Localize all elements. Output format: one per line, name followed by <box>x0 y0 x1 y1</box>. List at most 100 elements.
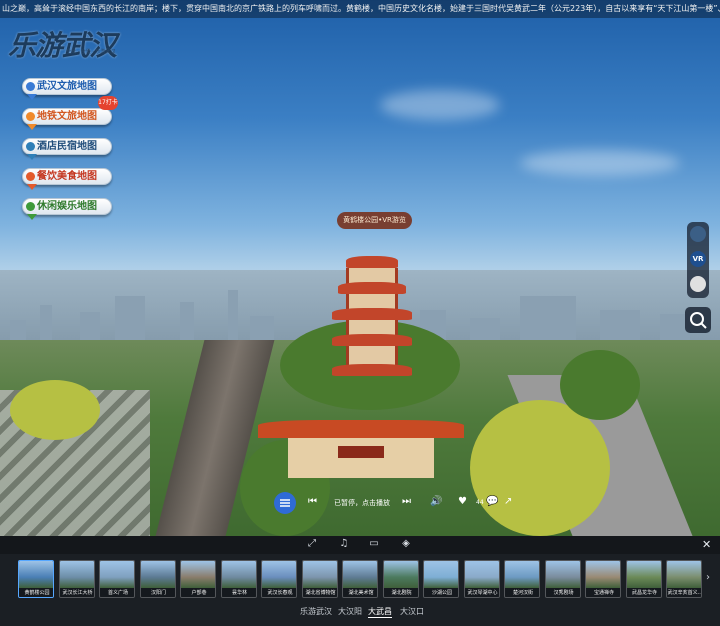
menu-wuhan-tourism-map[interactable]: 武汉文旅地图 <box>22 78 112 100</box>
thumbnail-label: 汉秀剧场 <box>545 588 580 597</box>
thumbnail-label: 湖北省博物馆 <box>302 588 337 597</box>
scene-thumbnail[interactable]: 宝通禅寺 <box>585 560 621 598</box>
thumbnail-label: 沙湖公园 <box>424 588 458 597</box>
like-icon[interactable]: ♥ <box>458 496 467 507</box>
app-logo[interactable]: 乐游武汉 全景 · 全景 · 乐游武汉 <box>8 24 117 68</box>
hotel-icon <box>26 142 35 151</box>
thumbnail-label: 黄鹤楼公园 <box>19 588 53 597</box>
cloud <box>520 150 680 176</box>
scene-thumbnail[interactable]: 汉秀剧场 <box>544 560 581 598</box>
thumbnail-label: 昙华林 <box>221 588 256 597</box>
scene-thumbnail[interactable]: 楚河汉街 <box>504 560 540 598</box>
thumbnail-label: 宝通禅寺 <box>586 588 620 597</box>
scene-thumbnail[interactable]: 湖北美术馆 <box>342 560 378 598</box>
thumbnail-image <box>19 561 53 588</box>
menu-label: 地铁文旅地图 <box>37 111 97 122</box>
logo-subtitle: 全景 · 全景 · 乐游武汉 <box>66 49 116 55</box>
thumbnail-image <box>464 561 499 588</box>
thumbnail-label: 户部巷 <box>181 588 215 597</box>
scene-thumbnail[interactable]: 武汉长春观 <box>261 560 297 598</box>
thumbnail-image <box>140 561 175 588</box>
scene-thumbnail[interactable]: 湖北剧院 <box>382 560 419 598</box>
menu-label: 休闲娱乐地图 <box>37 201 97 212</box>
tree <box>10 380 100 440</box>
track-status: 已暂停，点击播放 <box>334 499 390 507</box>
leisure-icon <box>26 202 35 211</box>
menu-lines-icon <box>280 499 290 507</box>
scene-thumbnail[interactable]: 武汉长江大桥 <box>58 560 95 598</box>
expand-icon[interactable]: ⤢ <box>306 538 318 550</box>
gyro-icon[interactable]: ◈ <box>400 538 412 550</box>
tab-hankou[interactable]: 大汉口 <box>400 606 424 617</box>
thumbnail-image <box>586 561 620 588</box>
scene-thumbnail[interactable]: 首义广场 <box>99 560 135 598</box>
scene-thumbnail[interactable]: 黄鹤楼公园 <box>18 560 54 598</box>
scene-thumbnail[interactable]: 户部巷 <box>180 560 216 598</box>
scene-thumbnails: 黄鹤楼公园 武汉长江大桥 首义广场 汉阳门 户部巷 昙华林 武汉长春观 湖北省博物馆 湖北美术馆… <box>18 560 704 608</box>
volume-icon[interactable]: 🔊 <box>430 496 442 507</box>
yellow-crane-tower <box>332 246 412 396</box>
metro-icon <box>26 112 35 121</box>
tree <box>560 350 640 420</box>
menu-metro-tourism-map[interactable]: 地铁文旅地图 <box>22 108 112 130</box>
avatar-icon[interactable] <box>690 226 706 242</box>
chevron-right-icon[interactable]: › <box>706 572 710 583</box>
next-track-icon[interactable]: ⏭ <box>402 496 411 507</box>
tab-hanyang[interactable]: 大汉阳 <box>338 606 362 617</box>
scene-title-pill[interactable]: 黄鹤楼公园•VR游览 <box>337 212 412 229</box>
menu-food-map[interactable]: 餐饮美食地图 <box>22 168 112 190</box>
globe-icon <box>26 82 35 91</box>
thumbnail-image <box>181 561 215 588</box>
author-avatar[interactable] <box>690 276 706 292</box>
scene-thumbnail[interactable]: 武汉琴湖中心 <box>463 560 500 598</box>
scene-thumbnail[interactable]: 湖北省博物馆 <box>301 560 338 598</box>
thumbnail-image <box>262 561 296 588</box>
thumbnail-label: 湖北剧院 <box>383 588 418 597</box>
right-toolbar: VR <box>687 222 709 298</box>
scene-thumbnail[interactable]: 昙华林 <box>220 560 257 598</box>
thumbnail-image <box>424 561 458 588</box>
like-count: 44 <box>476 499 484 506</box>
comment-icon[interactable]: 💬 <box>486 496 498 507</box>
tab-leyou-wuhan[interactable]: 乐游武汉 <box>300 606 332 617</box>
tab-wuchang[interactable]: 大武昌 <box>368 606 392 618</box>
thumbnail-image <box>343 561 377 588</box>
thumbnail-image <box>626 561 661 588</box>
share-icon[interactable]: ↗ <box>504 496 512 507</box>
menu-leisure-map[interactable]: 休闲娱乐地图 <box>22 198 112 220</box>
thumbnail-image <box>221 561 256 588</box>
thumbnail-image <box>667 561 701 588</box>
thumbnail-image <box>302 561 337 588</box>
thumbnail-label: 武汉长江大桥 <box>59 588 94 597</box>
vr-glasses-icon[interactable]: ▭ <box>368 538 380 550</box>
scene-thumbnail[interactable]: 武昌龙华寺 <box>625 560 662 598</box>
prev-track-icon[interactable]: ⏮ <box>308 496 317 507</box>
vr-mode-button[interactable]: VR <box>690 251 706 267</box>
category-tabs: 乐游武汉 大汉阳 大武昌 大汉口 <box>300 606 480 620</box>
search-button[interactable] <box>685 307 711 333</box>
scene-thumbnail[interactable]: 沙湖公园 <box>423 560 459 598</box>
thumbnail-image <box>505 561 539 588</box>
menu-label: 武汉文旅地图 <box>37 81 97 92</box>
player-logo[interactable] <box>274 492 296 514</box>
thumbnail-label: 湖北美术馆 <box>343 588 377 597</box>
menu-hotel-map[interactable]: 酒店民宿地图 <box>22 138 112 160</box>
cloud <box>380 90 500 120</box>
thumbnail-label: 武汉长春观 <box>262 588 296 597</box>
thumbnail-label: 武汉辛亥首义... <box>667 588 701 597</box>
menu-label: 餐饮美食地图 <box>37 171 97 182</box>
logo-title: 乐游武汉 <box>8 29 117 62</box>
checkin-badge[interactable]: 17打卡 <box>98 96 118 110</box>
menu-label: 酒店民宿地图 <box>37 141 97 152</box>
intro-marquee: 山之巅，高耸于滚经中国东西的长江的南岸；楼下，贯穿中国南北的京广铁路上的列车呼啸… <box>0 0 720 18</box>
food-icon <box>26 172 35 181</box>
music-off-icon[interactable]: ♫ <box>338 538 350 550</box>
thumbnail-image <box>383 561 418 588</box>
scene-thumbnail[interactable]: 汉阳门 <box>139 560 176 598</box>
thumbnail-image <box>59 561 94 588</box>
close-icon[interactable]: ✕ <box>702 538 711 551</box>
thumbnail-image <box>545 561 580 588</box>
park-gate <box>258 420 464 480</box>
scene-thumbnail[interactable]: 武汉辛亥首义... <box>666 560 702 598</box>
thumbnail-label: 武汉琴湖中心 <box>464 588 499 597</box>
